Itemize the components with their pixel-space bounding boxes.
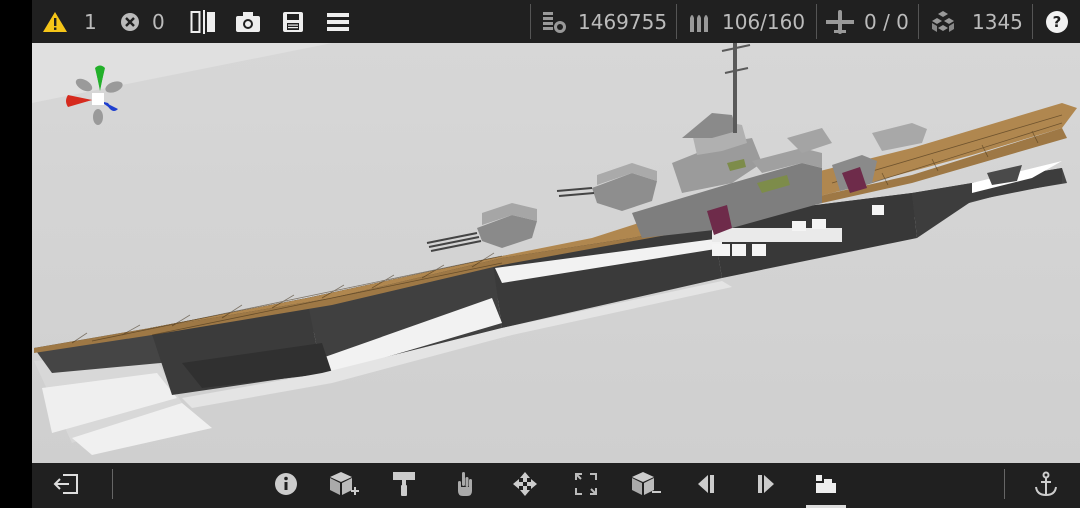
hand-button[interactable] <box>446 463 486 508</box>
camera-icon <box>235 11 261 33</box>
divider <box>676 4 677 39</box>
hand-icon <box>455 471 477 501</box>
ship-viewport[interactable] <box>32 43 1080 463</box>
help-icon: ? <box>1046 10 1068 33</box>
help-button[interactable]: ? <box>1046 0 1068 43</box>
warning-icon <box>42 11 68 33</box>
step-forward-icon <box>756 473 776 499</box>
divider <box>918 4 919 39</box>
error-counter[interactable]: 0 <box>120 0 165 43</box>
mirror-icon <box>190 9 216 34</box>
build-icon <box>814 473 838 499</box>
cost-value: 1469755 <box>578 9 668 34</box>
error-icon <box>120 12 140 32</box>
cost-icon <box>542 9 568 35</box>
ammo-icon <box>688 10 712 34</box>
divider <box>112 469 113 499</box>
ammo-value: 106/160 <box>722 9 806 34</box>
ship-model[interactable] <box>32 43 1080 463</box>
divider <box>1004 469 1005 499</box>
move-icon <box>512 471 538 501</box>
parts-icon <box>930 10 956 34</box>
menu-icon <box>327 12 349 32</box>
info-icon <box>274 472 298 500</box>
step-back-button[interactable] <box>686 463 726 508</box>
aircraft-readout: 0 / 0 <box>826 0 909 43</box>
resize-icon <box>574 472 598 500</box>
divider <box>816 4 817 39</box>
parts-value: 1345 <box>972 9 1023 34</box>
bottom-toolbar <box>32 463 1080 508</box>
remove-part-button[interactable] <box>626 463 666 508</box>
error-count: 0 <box>152 9 165 34</box>
orientation-gizmo[interactable] <box>62 63 132 129</box>
mirror-button[interactable] <box>190 0 216 43</box>
save-icon <box>282 11 304 33</box>
paint-button[interactable] <box>384 463 424 508</box>
save-button[interactable] <box>282 0 304 43</box>
add-part-button[interactable] <box>324 463 364 508</box>
info-button[interactable] <box>266 463 306 508</box>
paint-icon <box>392 471 416 501</box>
exit-icon <box>53 473 79 499</box>
menu-button[interactable] <box>327 0 349 43</box>
screenshot-button[interactable] <box>235 0 261 43</box>
step-back-icon <box>696 473 716 499</box>
top-toolbar: 1 0 1469755 106/160 0 / 0 1345 ? <box>32 0 1080 43</box>
resize-button[interactable] <box>566 463 606 508</box>
warning-count: 1 <box>84 9 97 34</box>
divider <box>530 4 531 39</box>
build-button[interactable] <box>806 463 846 508</box>
warning-counter[interactable]: 1 <box>42 0 97 43</box>
airplane-icon <box>826 9 854 35</box>
ammo-readout: 106/160 <box>688 0 805 43</box>
left-edge <box>0 0 32 508</box>
cost-readout: 1469755 <box>542 0 667 43</box>
aircraft-value: 0 / 0 <box>864 9 909 34</box>
anchor-icon <box>1033 471 1059 501</box>
divider <box>1032 4 1033 39</box>
parts-readout: 1345 <box>930 0 1023 43</box>
add-part-icon <box>329 471 359 501</box>
move-button[interactable] <box>505 463 545 508</box>
step-forward-button[interactable] <box>746 463 786 508</box>
exit-button[interactable] <box>46 463 86 508</box>
remove-part-icon <box>631 471 661 501</box>
anchor-button[interactable] <box>1026 463 1066 508</box>
